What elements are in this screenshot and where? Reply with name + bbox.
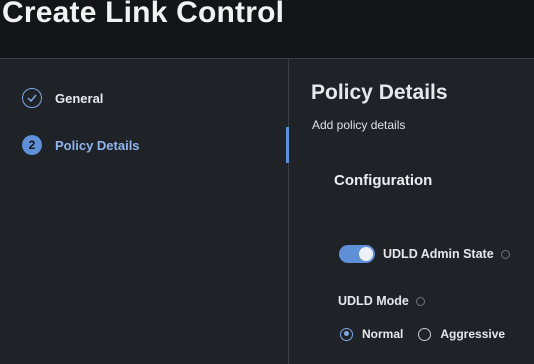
info-icon[interactable] <box>500 249 510 259</box>
radio-aggressive-label: Aggressive <box>440 327 506 341</box>
step-general[interactable]: General <box>22 88 103 108</box>
udld-mode-radio-group: Normal Aggressive <box>340 327 520 341</box>
radio-option-aggressive[interactable]: Aggressive <box>418 327 505 341</box>
udld-admin-state-label: UDLD Admin State <box>383 247 494 261</box>
active-step-indicator <box>286 127 289 163</box>
toggle-knob <box>359 247 373 261</box>
page-title: Create Link Control <box>2 0 285 29</box>
udld-mode-row: UDLD Mode <box>338 294 425 308</box>
info-icon[interactable] <box>415 296 425 306</box>
step-general-label: General <box>55 90 104 106</box>
radio-normal-label: Normal <box>362 327 404 341</box>
step-number-badge: 2 <box>22 135 42 155</box>
udld-mode-label: UDLD Mode <box>338 294 409 308</box>
policy-details-content: Policy Details Add policy details Config… <box>290 59 534 364</box>
wizard-steps-sidebar: General 2 Policy Details <box>0 59 289 364</box>
radio-normal[interactable] <box>340 327 353 341</box>
configuration-heading: Configuration <box>334 172 433 189</box>
check-icon <box>22 88 42 108</box>
radio-option-normal[interactable]: Normal <box>340 327 403 341</box>
wizard-panel: General 2 Policy Details Policy Details … <box>0 58 534 364</box>
step-policy-details[interactable]: 2 Policy Details <box>22 135 140 155</box>
radio-aggressive[interactable] <box>418 327 432 341</box>
step-policy-details-label: Policy Details <box>55 137 140 153</box>
section-title: Policy Details <box>311 81 448 104</box>
section-subtitle: Add policy details <box>312 118 406 132</box>
udld-admin-state-toggle[interactable] <box>339 245 375 263</box>
udld-admin-state-row: UDLD Admin State <box>339 245 510 263</box>
